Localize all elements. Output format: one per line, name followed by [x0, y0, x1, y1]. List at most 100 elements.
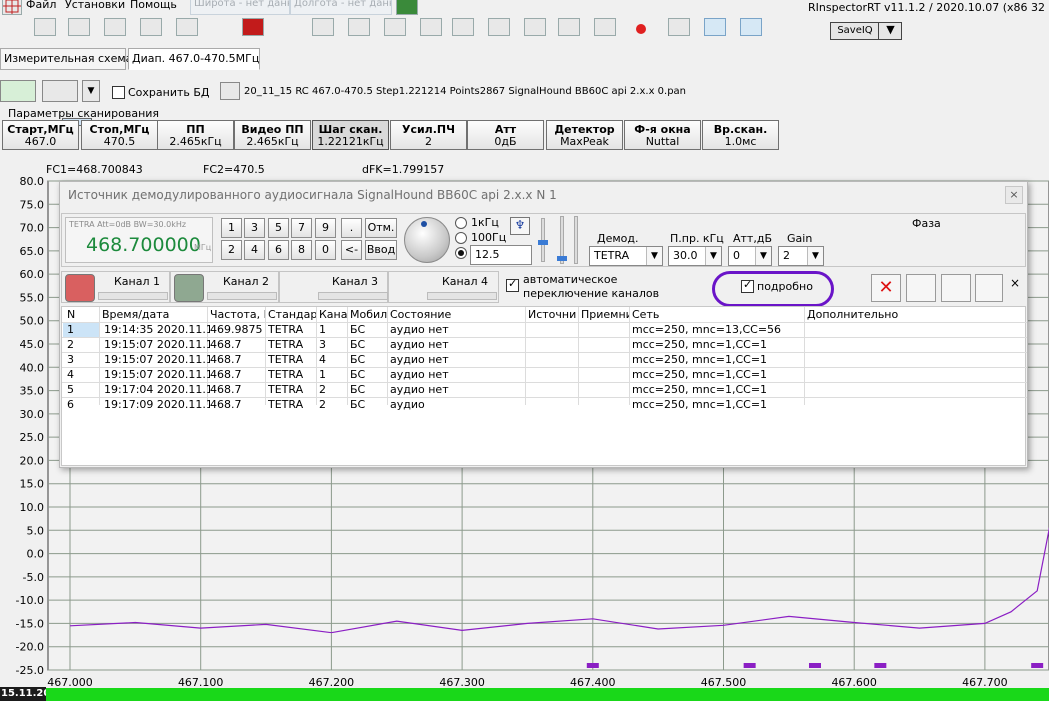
column-header[interactable]: Приемни [581, 308, 630, 321]
table-cell[interactable]: mcc=250, mnc=1,CC=1 [632, 368, 805, 381]
download-icon[interactable] [0, 80, 36, 102]
step-100hz-radio[interactable] [455, 232, 467, 244]
column-header[interactable]: Состояние [390, 308, 526, 321]
table-cell[interactable]: БС [350, 383, 388, 396]
table-cell[interactable]: аудио нет [390, 368, 526, 381]
param-button-0[interactable]: Старт,МГц 467.0 [2, 120, 79, 150]
table-cell[interactable]: 468.7 [210, 398, 266, 411]
table-cell[interactable]: БС [350, 323, 388, 336]
table-cell[interactable]: аудио нет [390, 353, 526, 366]
table-cell[interactable]: 19:17:04 2020.11.15 [104, 383, 210, 396]
copy-icon[interactable] [420, 18, 442, 36]
waterfall-icon[interactable] [668, 18, 690, 36]
key-button[interactable]: 4 [244, 240, 265, 260]
table-cell[interactable]: БС [350, 338, 388, 351]
volume-slider-thumb[interactable] [538, 240, 548, 245]
table-cell[interactable]: 6 [67, 398, 101, 411]
table-cell[interactable]: аудио нет [390, 338, 526, 351]
grid-icon[interactable] [452, 18, 474, 36]
table-cell[interactable]: 2 [67, 338, 101, 351]
table-cell[interactable]: 468.7 [210, 338, 266, 351]
key-button[interactable]: . [341, 218, 362, 238]
record-icon[interactable] [636, 24, 646, 34]
save-db-checkbox[interactable] [112, 86, 125, 99]
table-cell[interactable]: TETRA [268, 338, 317, 351]
table-cell[interactable]: mcc=250, mnc=1,CC=1 [632, 398, 805, 411]
att-select[interactable]: 0 ▼ [728, 246, 772, 266]
table-cell[interactable]: 19:14:35 2020.11.15 [104, 323, 210, 336]
network-icon[interactable] [740, 18, 762, 36]
tuning-knob[interactable] [404, 217, 450, 263]
column-header[interactable]: Частота, М [210, 308, 266, 321]
chevron-down-icon[interactable]: ▼ [878, 22, 902, 40]
table-cell[interactable]: TETRA [268, 398, 317, 411]
key-button[interactable]: <- [341, 240, 362, 260]
column-header[interactable]: Время/дата [102, 308, 208, 321]
delete-icon[interactable]: ✕ [871, 274, 901, 302]
key-button[interactable]: 3 [244, 218, 265, 238]
demod-abc-icon[interactable] [312, 18, 334, 36]
tab-range[interactable]: Диап. 467.0-470.5МГц [128, 48, 260, 70]
demod-select[interactable]: TETRA ▼ [589, 246, 663, 266]
antenna-icon[interactable] [524, 18, 546, 36]
open-folder-icon[interactable] [34, 18, 56, 36]
table-cell[interactable]: аудио нет [390, 323, 526, 336]
table-cell[interactable]: TETRA [268, 353, 317, 366]
table-cell[interactable]: 5 [67, 383, 101, 396]
antenna-tower-icon[interactable]: ♆ [510, 217, 530, 235]
image-icon[interactable] [488, 18, 510, 36]
param-button-3[interactable]: Видео ПП 2.465кГц [234, 120, 311, 150]
column-header[interactable]: Сеть [632, 308, 805, 321]
step-custom-radio[interactable] [455, 247, 467, 259]
table-cell[interactable]: 4 [67, 368, 101, 381]
table-cell[interactable]: TETRA [268, 368, 317, 381]
key-button[interactable]: 9 [315, 218, 336, 238]
table-cell[interactable]: TETRA [268, 323, 317, 336]
auto-switch-checkbox[interactable]: ✓ [506, 277, 519, 292]
table-icon[interactable] [348, 18, 370, 36]
keyboard-icon[interactable] [42, 80, 78, 102]
gain-select[interactable]: 2 ▼ [778, 246, 824, 266]
table-cell[interactable]: mcc=250, mnc=1,CC=1 [632, 383, 805, 396]
table-cell[interactable]: 19:15:07 2020.11.15 [104, 368, 210, 381]
file-icon[interactable] [220, 82, 240, 100]
table-cell[interactable]: 3 [67, 353, 101, 366]
table-cell[interactable]: 3 [319, 338, 348, 351]
param-button-1[interactable]: Стоп,МГц 470.5 [81, 120, 158, 150]
menu-settings[interactable]: Установки [65, 0, 125, 11]
satellite-icon[interactable] [776, 18, 798, 36]
param-button-6[interactable]: Атт 0дБ [467, 120, 544, 150]
table-cell[interactable]: 1 [67, 323, 101, 336]
param-button-8[interactable]: Ф-я окна Nuttal [624, 120, 701, 150]
level-meter-thumb[interactable] [557, 256, 567, 261]
close-icon[interactable]: × [1010, 276, 1020, 290]
speaker-icon[interactable] [704, 18, 726, 36]
table-cell[interactable]: mcc=250, mnc=1,CC=1 [632, 338, 805, 351]
table-cell[interactable]: 2 [319, 398, 348, 411]
param-button-5[interactable]: Усил.ПЧ 2 [390, 120, 467, 150]
print-icon[interactable] [68, 18, 90, 36]
export-icon[interactable] [975, 274, 1003, 302]
param-button-4[interactable]: Шаг скан. 1.22121кГц [312, 120, 389, 150]
column-header[interactable]: Мобил [350, 308, 388, 321]
table-cell[interactable]: БС [350, 368, 388, 381]
ppr-select[interactable]: 30.0 ▼ [668, 246, 722, 266]
param-button-2[interactable]: ПП 2.465кГц [157, 120, 234, 150]
bar-chart-icon[interactable] [140, 18, 162, 36]
close-icon[interactable]: × [1005, 186, 1023, 204]
spectrum-color-icon[interactable] [104, 18, 126, 36]
table-cell[interactable]: 469.9875 [210, 323, 266, 336]
column-header[interactable]: Стандарт [268, 308, 317, 321]
table-cell[interactable]: 2 [319, 383, 348, 396]
table-cell[interactable]: 19:15:07 2020.11.15 [104, 353, 210, 366]
table-cell[interactable]: 1 [319, 323, 348, 336]
channel-1[interactable]: Канал 1 [61, 271, 170, 303]
signal-icon[interactable] [242, 18, 264, 36]
monitor-icon[interactable] [176, 18, 198, 36]
channel-4[interactable]: Канал 4 [388, 271, 499, 303]
key-button[interactable]: 1 [221, 218, 242, 238]
table-cell[interactable]: mcc=250, mnc=1,CC=1 [632, 353, 805, 366]
key-button[interactable]: 5 [268, 218, 289, 238]
key-button[interactable]: 8 [291, 240, 312, 260]
table-cell[interactable]: БС [350, 398, 388, 411]
